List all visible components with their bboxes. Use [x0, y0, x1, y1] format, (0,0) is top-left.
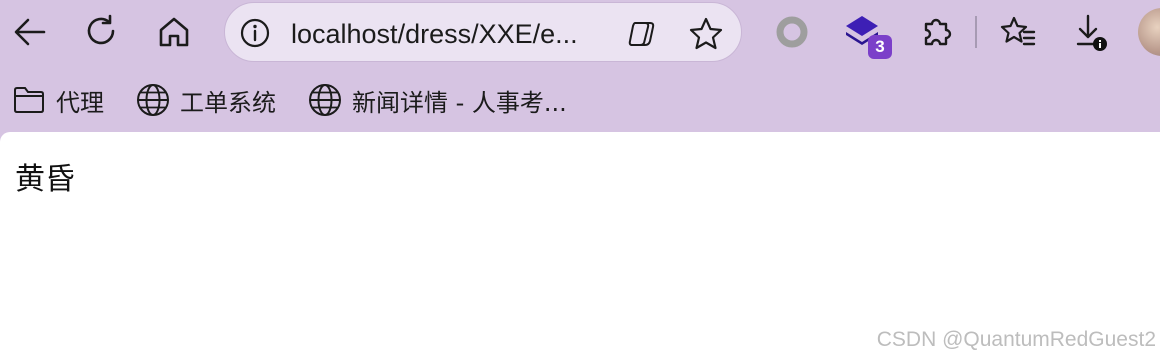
browser-window: localhost/dress/XXE/e... 3 代理 工单系统 新闻详情 …	[0, 0, 1160, 358]
home-icon	[159, 17, 189, 47]
refresh-icon	[87, 14, 115, 45]
back-arrow-icon	[14, 18, 46, 46]
avatar[interactable]	[1138, 8, 1160, 56]
download-icon	[1076, 14, 1107, 51]
ring-extension-icon	[776, 16, 808, 48]
favorites-list-icon	[1000, 16, 1036, 46]
favorites-button[interactable]	[994, 8, 1042, 56]
back-button[interactable]	[6, 8, 54, 56]
toolbar-divider	[975, 16, 977, 48]
ring-extension-button[interactable]	[768, 8, 816, 56]
watermark: CSDN @QuantumRedGuest2	[876, 328, 1156, 351]
downloads-button[interactable]	[1066, 8, 1114, 56]
bookmark-label: 新闻详情 - 人事考...	[352, 88, 567, 117]
refresh-button[interactable]	[78, 8, 126, 56]
page-text: 黄昏	[15, 162, 75, 197]
star-icon[interactable]	[687, 15, 725, 53]
address-bar[interactable]: localhost/dress/XXE/e...	[224, 2, 742, 62]
home-button[interactable]	[150, 8, 198, 56]
globe-icon	[137, 84, 169, 116]
browser-toolbar: localhost/dress/XXE/e... 3	[0, 0, 1160, 66]
page-content: 黄昏 CSDN @QuantumRedGuest2	[0, 132, 1160, 358]
extensions-puzzle-icon	[924, 18, 952, 46]
copilot-icon[interactable]	[625, 17, 659, 51]
globe-icon	[309, 84, 341, 116]
bookmarks-bar: 代理 工单系统 新闻详情 - 人事考...	[0, 72, 1160, 128]
bookmark-proxy-folder[interactable]: 代理	[12, 82, 104, 118]
url-text[interactable]: localhost/dress/XXE/e...	[291, 17, 578, 51]
info-icon[interactable]	[239, 17, 271, 49]
folder-icon	[14, 87, 44, 113]
bookmark-label: 代理	[56, 88, 104, 117]
bookmark-news-detail[interactable]: 新闻详情 - 人事考...	[308, 82, 567, 118]
extension-badge: 3	[868, 35, 892, 59]
extensions-button[interactable]	[912, 8, 960, 56]
bookmark-label: 工单系统	[180, 88, 276, 117]
bookmark-ticket-system[interactable]: 工单系统	[136, 82, 276, 118]
